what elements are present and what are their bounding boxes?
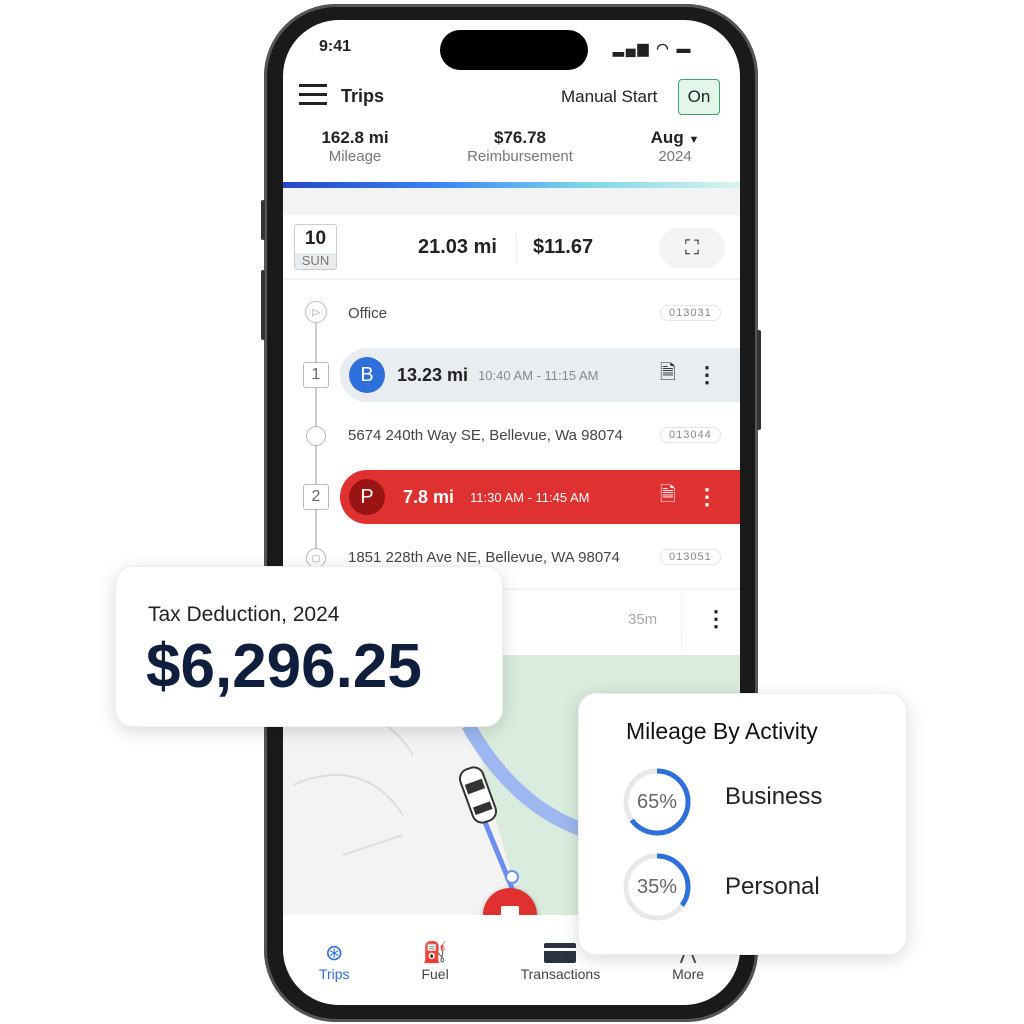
manual-start-toggle[interactable]: On [678, 79, 720, 115]
day-miles: 21.03 mi [418, 236, 497, 258]
reimbursement-label: Reimbursement [467, 148, 573, 165]
nav-trips[interactable]: ⊛ Trips [319, 940, 350, 1005]
phone-button [261, 270, 265, 340]
trip-miles: 7.8 mi [403, 486, 455, 507]
more-options-icon[interactable]: ⋮ [696, 486, 718, 508]
personal-percent: 35% [636, 875, 678, 898]
status-time: 9:41 [319, 38, 352, 55]
month-picker[interactable]: Aug ▼ 2024 [635, 128, 715, 165]
trip-time: 11:30 AM - 11:45 AM [470, 489, 590, 505]
day-amount: $11.67 [533, 236, 594, 258]
business-badge: B [349, 357, 385, 393]
activity-label: Personal [725, 873, 820, 900]
end-stop-icon: ▢ [306, 548, 326, 568]
manual-start-label: Manual Start [561, 87, 658, 106]
card-title: Mileage By Activity [626, 718, 818, 744]
odometer-code: 013044 [660, 427, 721, 443]
phone-button [757, 330, 761, 430]
menu-icon[interactable] [299, 84, 327, 105]
trip-index: 1 [303, 362, 329, 388]
document-icon[interactable]: 🗎 [660, 358, 676, 392]
nav-label: Fuel [421, 966, 449, 982]
month-value: Aug [650, 128, 684, 147]
activity-label: Business [725, 783, 823, 810]
divider [283, 188, 740, 215]
status-icons: ▂▄▆ ◠ ▬ [613, 40, 693, 56]
trip-miles: 13.23 mi [397, 364, 469, 385]
page-title: Trips [341, 86, 385, 106]
trip-row-personal[interactable]: P 7.8 mi 11:30 AM - 11:45 AM 🗎 ⋮ [340, 470, 740, 524]
trip-index: 2 [303, 484, 329, 510]
tax-deduction-card: Tax Deduction, 2024 $6,296.25 [115, 566, 503, 727]
trip-time: 10:40 AM - 11:15 AM [478, 367, 599, 383]
start-pin-icon: ▷ [305, 301, 327, 323]
fuel-pump-icon: ⛽ [422, 942, 448, 964]
dynamic-island [440, 30, 588, 70]
document-icon[interactable]: 🗎 [660, 480, 676, 514]
duration: 35m [628, 611, 658, 628]
stop-address: 5674 240th Way SE, Bellevue, Wa 98074 [348, 427, 623, 444]
nav-label: More [672, 966, 705, 982]
chevron-down-icon: ▼ [688, 134, 700, 146]
business-percent: 65% [636, 790, 678, 813]
stop-address: 1851 228th Ave NE, Bellevue, WA 98074 [348, 549, 620, 566]
nav-label: Transactions [520, 966, 601, 982]
tax-deduction-label: Tax Deduction, 2024 [148, 603, 340, 626]
reimbursement-value: $76.78 [494, 128, 546, 147]
start-location: Office [348, 305, 387, 322]
odometer-code: 013051 [660, 549, 721, 565]
tax-deduction-amount: $6,296.25 [146, 632, 422, 701]
credit-card-icon [544, 940, 577, 966]
day-date: 10 [304, 228, 327, 249]
phone-button [261, 200, 265, 240]
mileage-value: 162.8 mi [321, 128, 389, 147]
mileage-by-activity-card: Mileage By Activity Business Personal 65… [578, 693, 907, 955]
day-weekday: SUN [295, 253, 336, 269]
map-route-icon[interactable]: ⛶ [659, 228, 725, 268]
mileage-label: Mileage [328, 148, 382, 165]
odometer-code: 013031 [660, 305, 721, 321]
stop-circle-icon [306, 426, 326, 446]
day-badge: 10 SUN [294, 224, 337, 270]
nav-label: Trips [318, 966, 350, 982]
nav-fuel[interactable]: ⛽ Fuel [421, 940, 448, 1005]
year-value: 2024 [658, 148, 692, 165]
steering-wheel-icon: ⊛ [325, 940, 344, 965]
more-options-icon[interactable]: ⋮ [705, 608, 727, 630]
personal-badge: P [349, 479, 385, 515]
more-options-icon[interactable]: ⋮ [696, 364, 718, 386]
trip-row-business[interactable]: B 13.23 mi 10:40 AM - 11:15 AM 🗎 ⋮ [340, 348, 740, 402]
